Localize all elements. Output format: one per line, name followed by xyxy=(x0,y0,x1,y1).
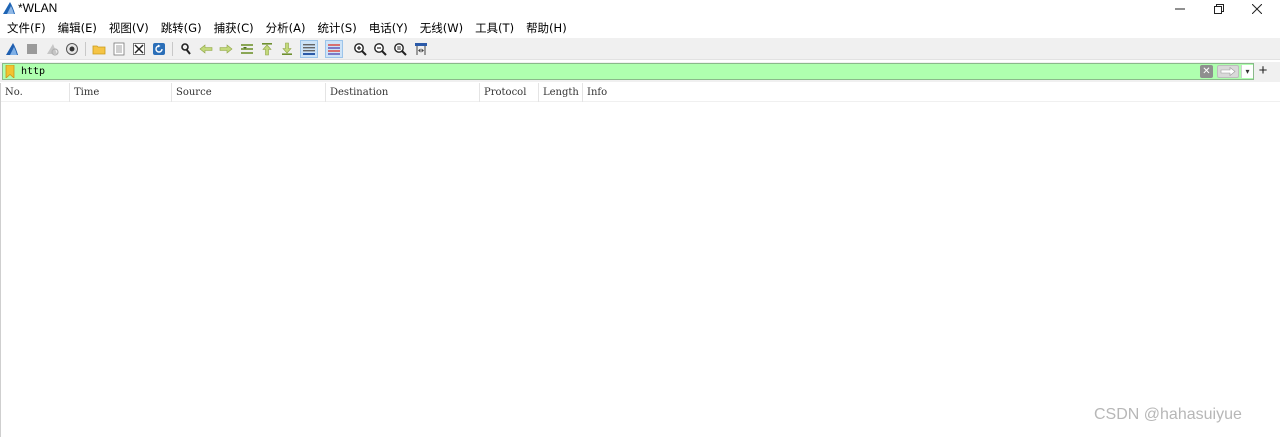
go-forward-button[interactable] xyxy=(217,40,235,58)
open-folder-icon xyxy=(92,45,106,55)
go-back-button[interactable] xyxy=(197,40,215,58)
toolbar-separator xyxy=(85,42,86,56)
display-filter-bar: ✕ ▾ + xyxy=(0,62,1280,82)
reload-icon xyxy=(153,43,165,55)
column-header-destination[interactable]: Destination xyxy=(325,83,479,102)
auto-scroll-button[interactable] xyxy=(300,40,318,58)
filter-history-dropdown[interactable]: ▾ xyxy=(1241,65,1253,78)
packet-list-header: No. Time Source Destination Protocol Len… xyxy=(1,83,1280,102)
column-header-no[interactable]: No. xyxy=(1,83,69,102)
apply-filter-button[interactable] xyxy=(1217,65,1239,78)
go-last-button[interactable] xyxy=(278,40,296,58)
menu-bar: 文件(F) 编辑(E) 视图(V) 跳转(G) 捕获(C) 分析(A) 统计(S… xyxy=(0,18,1280,38)
arrow-right-icon xyxy=(1220,67,1236,76)
close-icon xyxy=(1252,3,1262,14)
resize-columns-icon xyxy=(415,43,427,55)
close-file-icon xyxy=(133,43,145,55)
go-last-icon xyxy=(282,42,292,55)
zoom-normal-icon xyxy=(394,43,407,56)
add-filter-button[interactable]: + xyxy=(1256,63,1270,80)
capture-options-button[interactable] xyxy=(63,40,81,58)
menu-help[interactable]: 帮助(H) xyxy=(521,19,572,37)
clear-icon: ✕ xyxy=(1202,66,1211,77)
save-file-button[interactable] xyxy=(110,40,128,58)
start-capture-button[interactable] xyxy=(3,40,21,58)
main-toolbar xyxy=(0,38,1280,60)
packet-list[interactable]: No. Time Source Destination Protocol Len… xyxy=(0,83,1280,437)
zoom-in-button[interactable] xyxy=(351,40,369,58)
column-header-info[interactable]: Info xyxy=(582,83,1279,102)
minimize-icon xyxy=(1175,8,1185,9)
watermark-text: CSDN @hahasuiyue xyxy=(1094,406,1242,423)
reload-button[interactable] xyxy=(150,40,168,58)
clear-filter-button[interactable]: ✕ xyxy=(1200,65,1213,78)
restore-icon xyxy=(1214,3,1224,14)
menu-go[interactable]: 跳转(G) xyxy=(156,19,207,37)
colorize-button[interactable] xyxy=(325,40,343,58)
resize-columns-button[interactable] xyxy=(412,40,430,58)
zoom-out-icon xyxy=(374,43,387,56)
title-bar: *WLAN xyxy=(0,0,1280,17)
menu-file[interactable]: 文件(F) xyxy=(2,19,51,37)
open-file-button[interactable] xyxy=(90,40,108,58)
auto-scroll-icon xyxy=(303,44,315,55)
maximize-button[interactable] xyxy=(1201,0,1237,17)
find-packet-button[interactable] xyxy=(177,40,195,58)
menu-edit[interactable]: 编辑(E) xyxy=(53,19,102,37)
chevron-down-icon: ▾ xyxy=(1245,67,1250,76)
go-to-packet-icon xyxy=(241,44,253,54)
display-filter-field: ✕ ▾ xyxy=(2,63,1254,80)
menu-tools[interactable]: 工具(T) xyxy=(470,19,519,37)
stop-capture-button[interactable] xyxy=(23,40,41,58)
go-forward-icon xyxy=(219,44,233,54)
stop-capture-icon xyxy=(27,44,37,54)
go-to-packet-button[interactable] xyxy=(238,40,256,58)
close-button[interactable] xyxy=(1239,0,1275,17)
menu-wireless[interactable]: 无线(W) xyxy=(415,19,468,37)
shark-fin-start-icon xyxy=(6,43,18,55)
zoom-out-button[interactable] xyxy=(371,40,389,58)
menu-telephony[interactable]: 电话(Y) xyxy=(364,19,413,37)
restart-capture-button[interactable] xyxy=(43,40,61,58)
window-title: *WLAN xyxy=(18,1,58,15)
zoom-in-icon xyxy=(354,43,367,56)
go-back-icon xyxy=(199,44,213,54)
toolbar-separator xyxy=(172,42,173,56)
close-file-button[interactable] xyxy=(130,40,148,58)
find-packet-icon xyxy=(181,43,191,55)
menu-statistics[interactable]: 统计(S) xyxy=(312,19,361,37)
go-first-icon xyxy=(262,43,272,56)
column-header-source[interactable]: Source xyxy=(171,83,325,102)
display-filter-input[interactable] xyxy=(19,64,1189,79)
column-header-time[interactable]: Time xyxy=(69,83,171,102)
menu-view[interactable]: 视图(V) xyxy=(104,19,154,37)
menu-capture[interactable]: 捕获(C) xyxy=(209,19,259,37)
minimize-button[interactable] xyxy=(1162,0,1198,17)
go-first-button[interactable] xyxy=(258,40,276,58)
column-header-protocol[interactable]: Protocol xyxy=(479,83,538,102)
column-header-length[interactable]: Length xyxy=(538,83,582,102)
menu-analyze[interactable]: 分析(A) xyxy=(261,19,311,37)
bookmark-icon[interactable] xyxy=(5,65,15,78)
restart-capture-icon xyxy=(47,44,59,56)
colorize-icon xyxy=(328,44,340,55)
save-file-icon xyxy=(113,42,125,56)
capture-options-icon xyxy=(66,43,78,55)
wireshark-app-icon xyxy=(3,2,15,14)
zoom-normal-button[interactable] xyxy=(391,40,409,58)
